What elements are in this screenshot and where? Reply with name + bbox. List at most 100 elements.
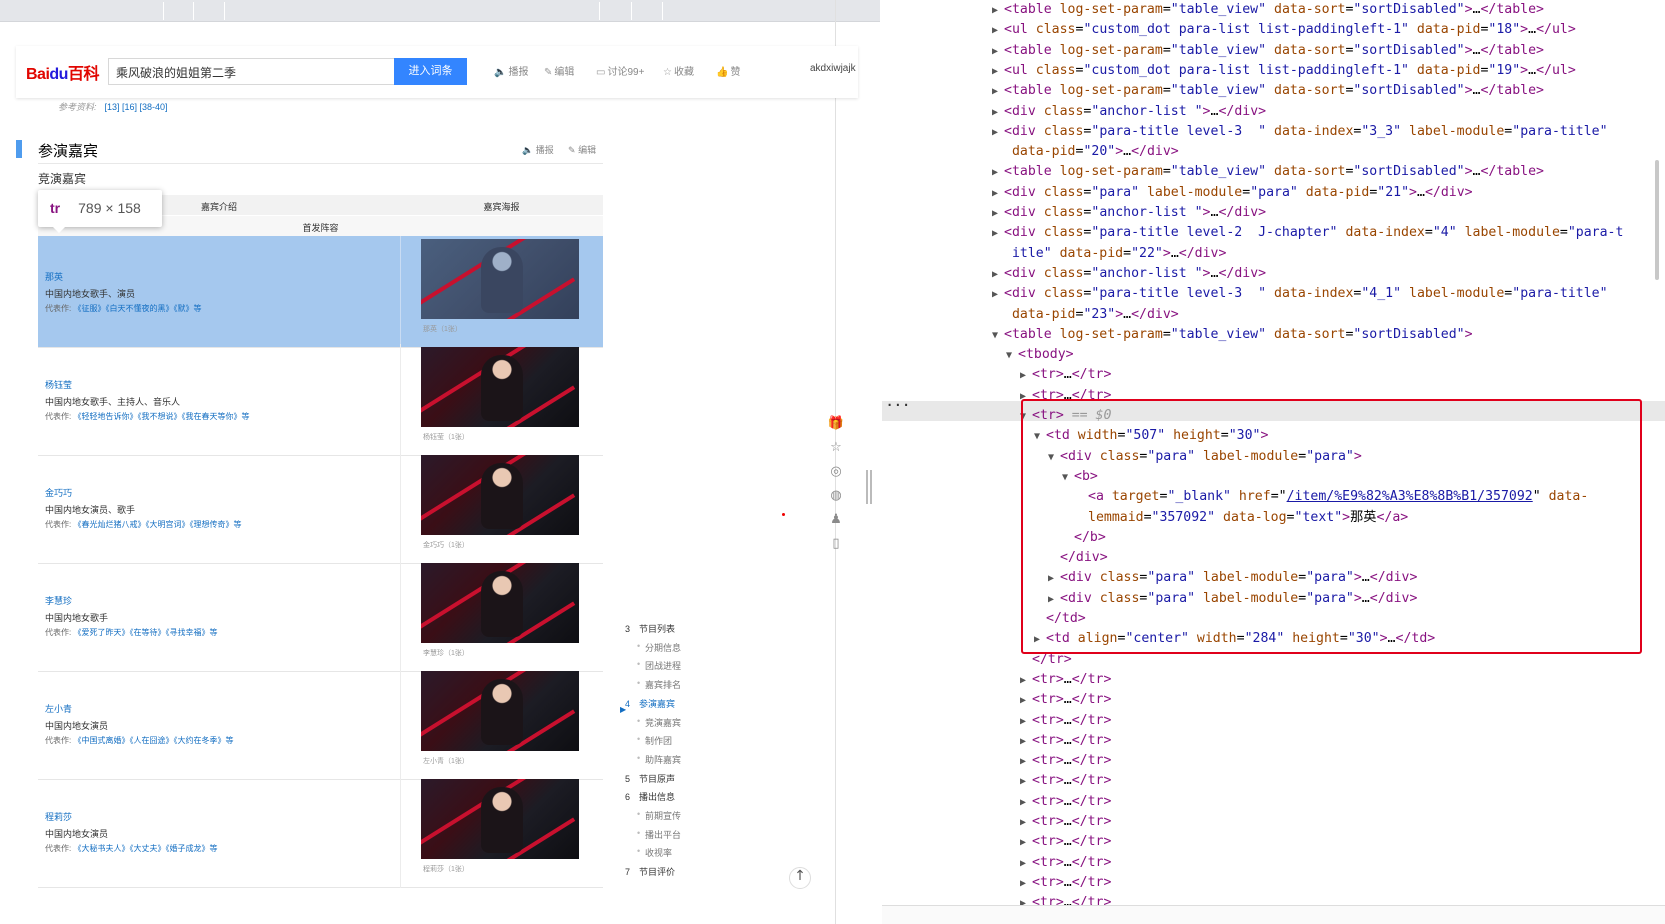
guest-poster-image[interactable] <box>421 347 579 427</box>
toc-item[interactable]: 7 节目评价 <box>625 865 675 878</box>
toc-item[interactable]: 6 播出信息 <box>625 790 675 803</box>
username-link[interactable]: akdxiwjajk <box>810 63 856 74</box>
dom-node-line[interactable]: ▶ <tr>…</tr> <box>1020 670 1111 690</box>
toc-item[interactable]: 前期宣传 <box>637 809 681 822</box>
collapse-arrow-icon[interactable]: ▼ <box>1006 346 1018 366</box>
works-links[interactable]: 《轻轻地告诉你》《我不想说》《我在春天等你》等 <box>73 412 249 421</box>
dom-node-line[interactable]: ▶ <table log-set-param="table_view" data-… <box>992 162 1544 182</box>
dom-node-line[interactable]: ▶ <tr>…</tr> <box>1020 853 1111 873</box>
guest-name-link[interactable]: 李慧珍 <box>45 594 72 607</box>
expand-arrow-icon[interactable]: ▶ <box>992 204 1004 224</box>
expand-arrow-icon[interactable]: ▶ <box>992 103 1004 123</box>
expand-arrow-icon[interactable]: ▶ <box>992 123 1004 143</box>
dom-node-line[interactable]: ▶ <tr>…</tr> <box>1020 873 1111 893</box>
guest-row[interactable]: 李慧珍 中国内地女歌手 代表作: 《爱死了昨天》《在等待》《寻找幸福》等 李慧珍（1张… <box>38 560 603 672</box>
expand-arrow-icon[interactable]: ▶ <box>992 184 1004 204</box>
guest-name-link[interactable]: 左小青 <box>45 702 72 715</box>
browser-tab-strip[interactable] <box>0 0 880 22</box>
expand-arrow-icon[interactable]: ▶ <box>992 163 1004 183</box>
guest-poster-image[interactable] <box>421 455 579 535</box>
toc-item[interactable]: 团战进程 <box>637 659 681 672</box>
gift-icon[interactable]: 🎁 <box>827 415 845 433</box>
dom-node-line[interactable]: data-pid="23">…</div> <box>992 305 1179 325</box>
dom-node-line[interactable]: ▼ <tbody> <box>1006 345 1074 365</box>
works-links[interactable]: 《爱死了昨天》《在等待》《寻找幸福》等 <box>73 628 217 637</box>
guest-row[interactable]: 程莉莎 中国内地女演员 代表作: 《大秘书夫人》《大丈夫》《婚子成龙》等 程莉莎（1张… <box>38 776 603 888</box>
guest-name-link[interactable]: 程莉莎 <box>45 810 72 823</box>
dom-node-line[interactable]: itle" data-pid="22">…</div> <box>992 244 1226 264</box>
toc-item[interactable]: 嘉宾排名 <box>637 678 681 691</box>
expand-arrow-icon[interactable]: ▶ <box>1020 366 1032 386</box>
collapse-arrow-icon[interactable]: ▼ <box>992 326 1004 346</box>
expand-arrow-icon[interactable]: ▶ <box>1020 813 1032 833</box>
dom-node-line[interactable]: ▶ <tr>…</tr> <box>1020 711 1111 731</box>
section-play-button[interactable]: 🔈 播报 <box>522 143 554 156</box>
edit-button[interactable]: ✎ 编辑 <box>544 63 574 78</box>
play-button[interactable]: 🔈 播报 <box>494 63 528 78</box>
guest-name-link[interactable]: 金巧巧 <box>45 486 72 499</box>
guest-row[interactable]: 左小青 中国内地女演员 代表作: 《中国式离婚》《人在囧途》《大约在冬季》等 左小青（… <box>38 668 603 780</box>
toc-item[interactable]: 4 参演嘉宾 <box>625 697 675 710</box>
works-links[interactable]: 《中国式离婚》《人在囧途》《大约在冬季》等 <box>73 736 233 745</box>
guest-name-link[interactable]: 那英 <box>45 270 63 283</box>
devtools-scrollbar[interactable] <box>1655 160 1659 280</box>
like-button[interactable]: 👍 赞 <box>716 63 740 78</box>
qq-icon[interactable]: ♟ <box>827 511 845 529</box>
expand-arrow-icon[interactable]: ▶ <box>1020 772 1032 792</box>
dom-node-line[interactable]: ▶ <tr>…</tr> <box>1020 832 1111 852</box>
toc-item[interactable]: 5 节目原声 <box>625 772 675 785</box>
dom-node-line[interactable]: ▶ <div class="para" label-module="para" d… <box>992 183 1473 203</box>
dom-node-line[interactable]: ▶ <div class="para-title level-3 " data-i… <box>992 122 1608 142</box>
wechat-icon[interactable]: ◍ <box>827 487 845 505</box>
guest-poster-image[interactable] <box>421 671 579 751</box>
expand-arrow-icon[interactable]: ▶ <box>1020 691 1032 711</box>
toc-item[interactable]: 收视率 <box>637 846 672 859</box>
expand-arrow-icon[interactable]: ▶ <box>1020 874 1032 894</box>
search-input[interactable]: 乘风破浪的姐姐第二季 <box>108 58 395 85</box>
dom-node-line[interactable]: ▶ <tr>…</tr> <box>1020 771 1111 791</box>
guest-row[interactable]: 金巧巧 中国内地女演员、歌手 代表作: 《春光灿烂猪八戒》《大明宫词》《理想传奇》等… <box>38 452 603 564</box>
dom-node-line[interactable]: ▼ <table log-set-param="table_view" data-… <box>992 325 1473 345</box>
expand-arrow-icon[interactable]: ▶ <box>992 42 1004 62</box>
expand-arrow-icon[interactable]: ▶ <box>992 82 1004 102</box>
dom-node-line[interactable]: ▶ <tr>…</tr> <box>1020 731 1111 751</box>
dom-node-line[interactable]: ▶ <tr>…</tr> <box>1020 365 1111 385</box>
expand-arrow-icon[interactable]: ▶ <box>1020 671 1032 691</box>
back-to-top-button[interactable]: ↑ <box>789 867 811 889</box>
toc-item[interactable]: 分期信息 <box>637 641 681 654</box>
expand-arrow-icon[interactable]: ▶ <box>1020 732 1032 752</box>
toc-item[interactable]: 竞演嘉宾 <box>637 716 681 729</box>
expand-arrow-icon[interactable]: ▶ <box>1020 854 1032 874</box>
works-links[interactable]: 《春光灿烂猪八戒》《大明宫词》《理想传奇》等 <box>73 520 241 529</box>
dom-node-line[interactable]: ▶ <div class="para-title level-3 " data-i… <box>992 284 1608 304</box>
reference-links[interactable]: [13] [16] [38-40] <box>105 102 168 112</box>
expand-arrow-icon[interactable]: ▶ <box>992 224 1004 244</box>
enter-entry-button[interactable]: 进入词条 <box>394 58 467 85</box>
expand-arrow-icon[interactable]: ▶ <box>992 21 1004 41</box>
star-icon[interactable]: ☆ <box>827 439 845 457</box>
expand-arrow-icon[interactable]: ▶ <box>992 62 1004 82</box>
dom-node-line[interactable]: ▶ <tr>…</tr> <box>1020 751 1111 771</box>
dom-node-line[interactable]: ▶ <div class="anchor-list ">…</div> <box>992 264 1266 284</box>
expand-arrow-icon[interactable]: ▶ <box>992 265 1004 285</box>
node-actions-ellipsis[interactable]: ··· <box>886 398 911 412</box>
works-links[interactable]: 《大秘书夫人》《大丈夫》《婚子成龙》等 <box>73 844 217 853</box>
expand-arrow-icon[interactable]: ▶ <box>1020 712 1032 732</box>
dom-node-line[interactable]: data-pid="20">…</div> <box>992 142 1179 162</box>
dom-node-line[interactable]: ▶ <tr>…</tr> <box>1020 690 1111 710</box>
toc-item[interactable]: 3 节目列表 <box>625 622 675 635</box>
guest-row[interactable]: 那英 中国内地女歌手、演员 代表作: 《征服》《白天不懂夜的黑》《默》等 那英（1张） <box>38 236 603 348</box>
dom-node-line[interactable]: ▶ <div class="anchor-list ">…</div> <box>992 203 1266 223</box>
expand-arrow-icon[interactable]: ▶ <box>1020 793 1032 813</box>
guest-poster-image[interactable] <box>421 563 579 643</box>
guest-row[interactable]: 杨钰莹 中国内地女歌手、主持人、音乐人 代表作: 《轻轻地告诉你》《我不想说》《我在… <box>38 344 603 456</box>
dom-node-line[interactable]: ▶ <ul class="custom_dot para-list list-pa… <box>992 20 1576 40</box>
collect-button[interactable]: ☆ 收藏 <box>663 63 694 78</box>
expand-arrow-icon[interactable]: ▶ <box>1020 833 1032 853</box>
guest-name-link[interactable]: 杨钰莹 <box>45 378 72 391</box>
dom-node-line[interactable]: ▶ <table log-set-param="table_view" data-… <box>992 41 1544 61</box>
dom-node-line[interactable]: ▶ <table log-set-param="table_view" data-… <box>992 81 1544 101</box>
dom-node-line[interactable]: ▶ <tr>…</tr> <box>1020 792 1111 812</box>
weibo-icon[interactable]: ◎ <box>827 463 845 481</box>
dom-node-line[interactable]: ▶ <tr>…</tr> <box>1020 812 1111 832</box>
